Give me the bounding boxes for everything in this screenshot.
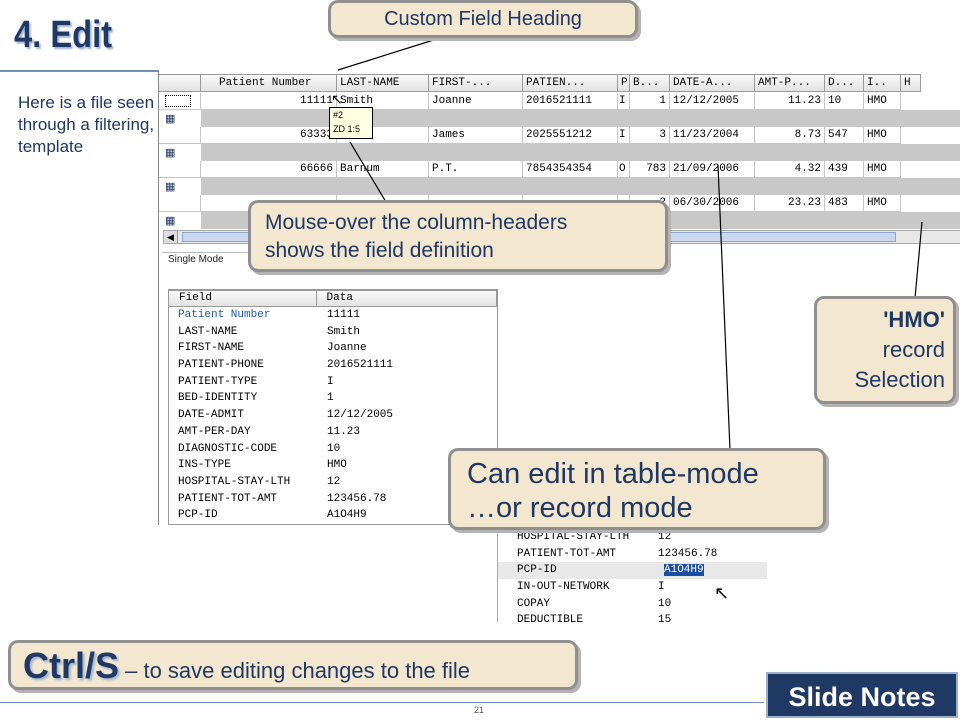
callout-line: 'HMO': [883, 307, 945, 332]
shortcut-description: – to save editing changes to the file: [119, 658, 471, 683]
callout-line: …or record mode: [467, 492, 693, 524]
callout-line: Can edit in table-mode: [467, 458, 759, 490]
callout-mouseover: Mouse-over the column-headers shows the …: [248, 200, 668, 272]
callout-custom-heading: Custom Field Heading: [328, 0, 638, 38]
arrow-hmo: [914, 221, 923, 299]
callout-hmo-selection: 'HMO' record Selection: [814, 296, 956, 404]
slide-notes-button[interactable]: Slide Notes: [766, 672, 958, 718]
footer-divider: [0, 702, 764, 703]
callout-edit-modes: Can edit in table-mode …or record mode: [448, 448, 826, 530]
shortcut-key: Ctrl/S: [23, 645, 120, 686]
page-number: 21: [474, 705, 485, 715]
callout-line: Mouse-over the column-headers: [265, 211, 568, 234]
callout-line: shows the field definition: [265, 239, 494, 262]
arrow-mouseover: [349, 141, 387, 203]
callout-line: record: [882, 337, 945, 362]
arrow-custom-heading: [337, 37, 441, 71]
callout-line: Selection: [854, 367, 945, 392]
arrow-edit: [717, 164, 731, 451]
callout-ctrl-s: Ctrl/S – to save editing changes to the …: [8, 640, 578, 690]
